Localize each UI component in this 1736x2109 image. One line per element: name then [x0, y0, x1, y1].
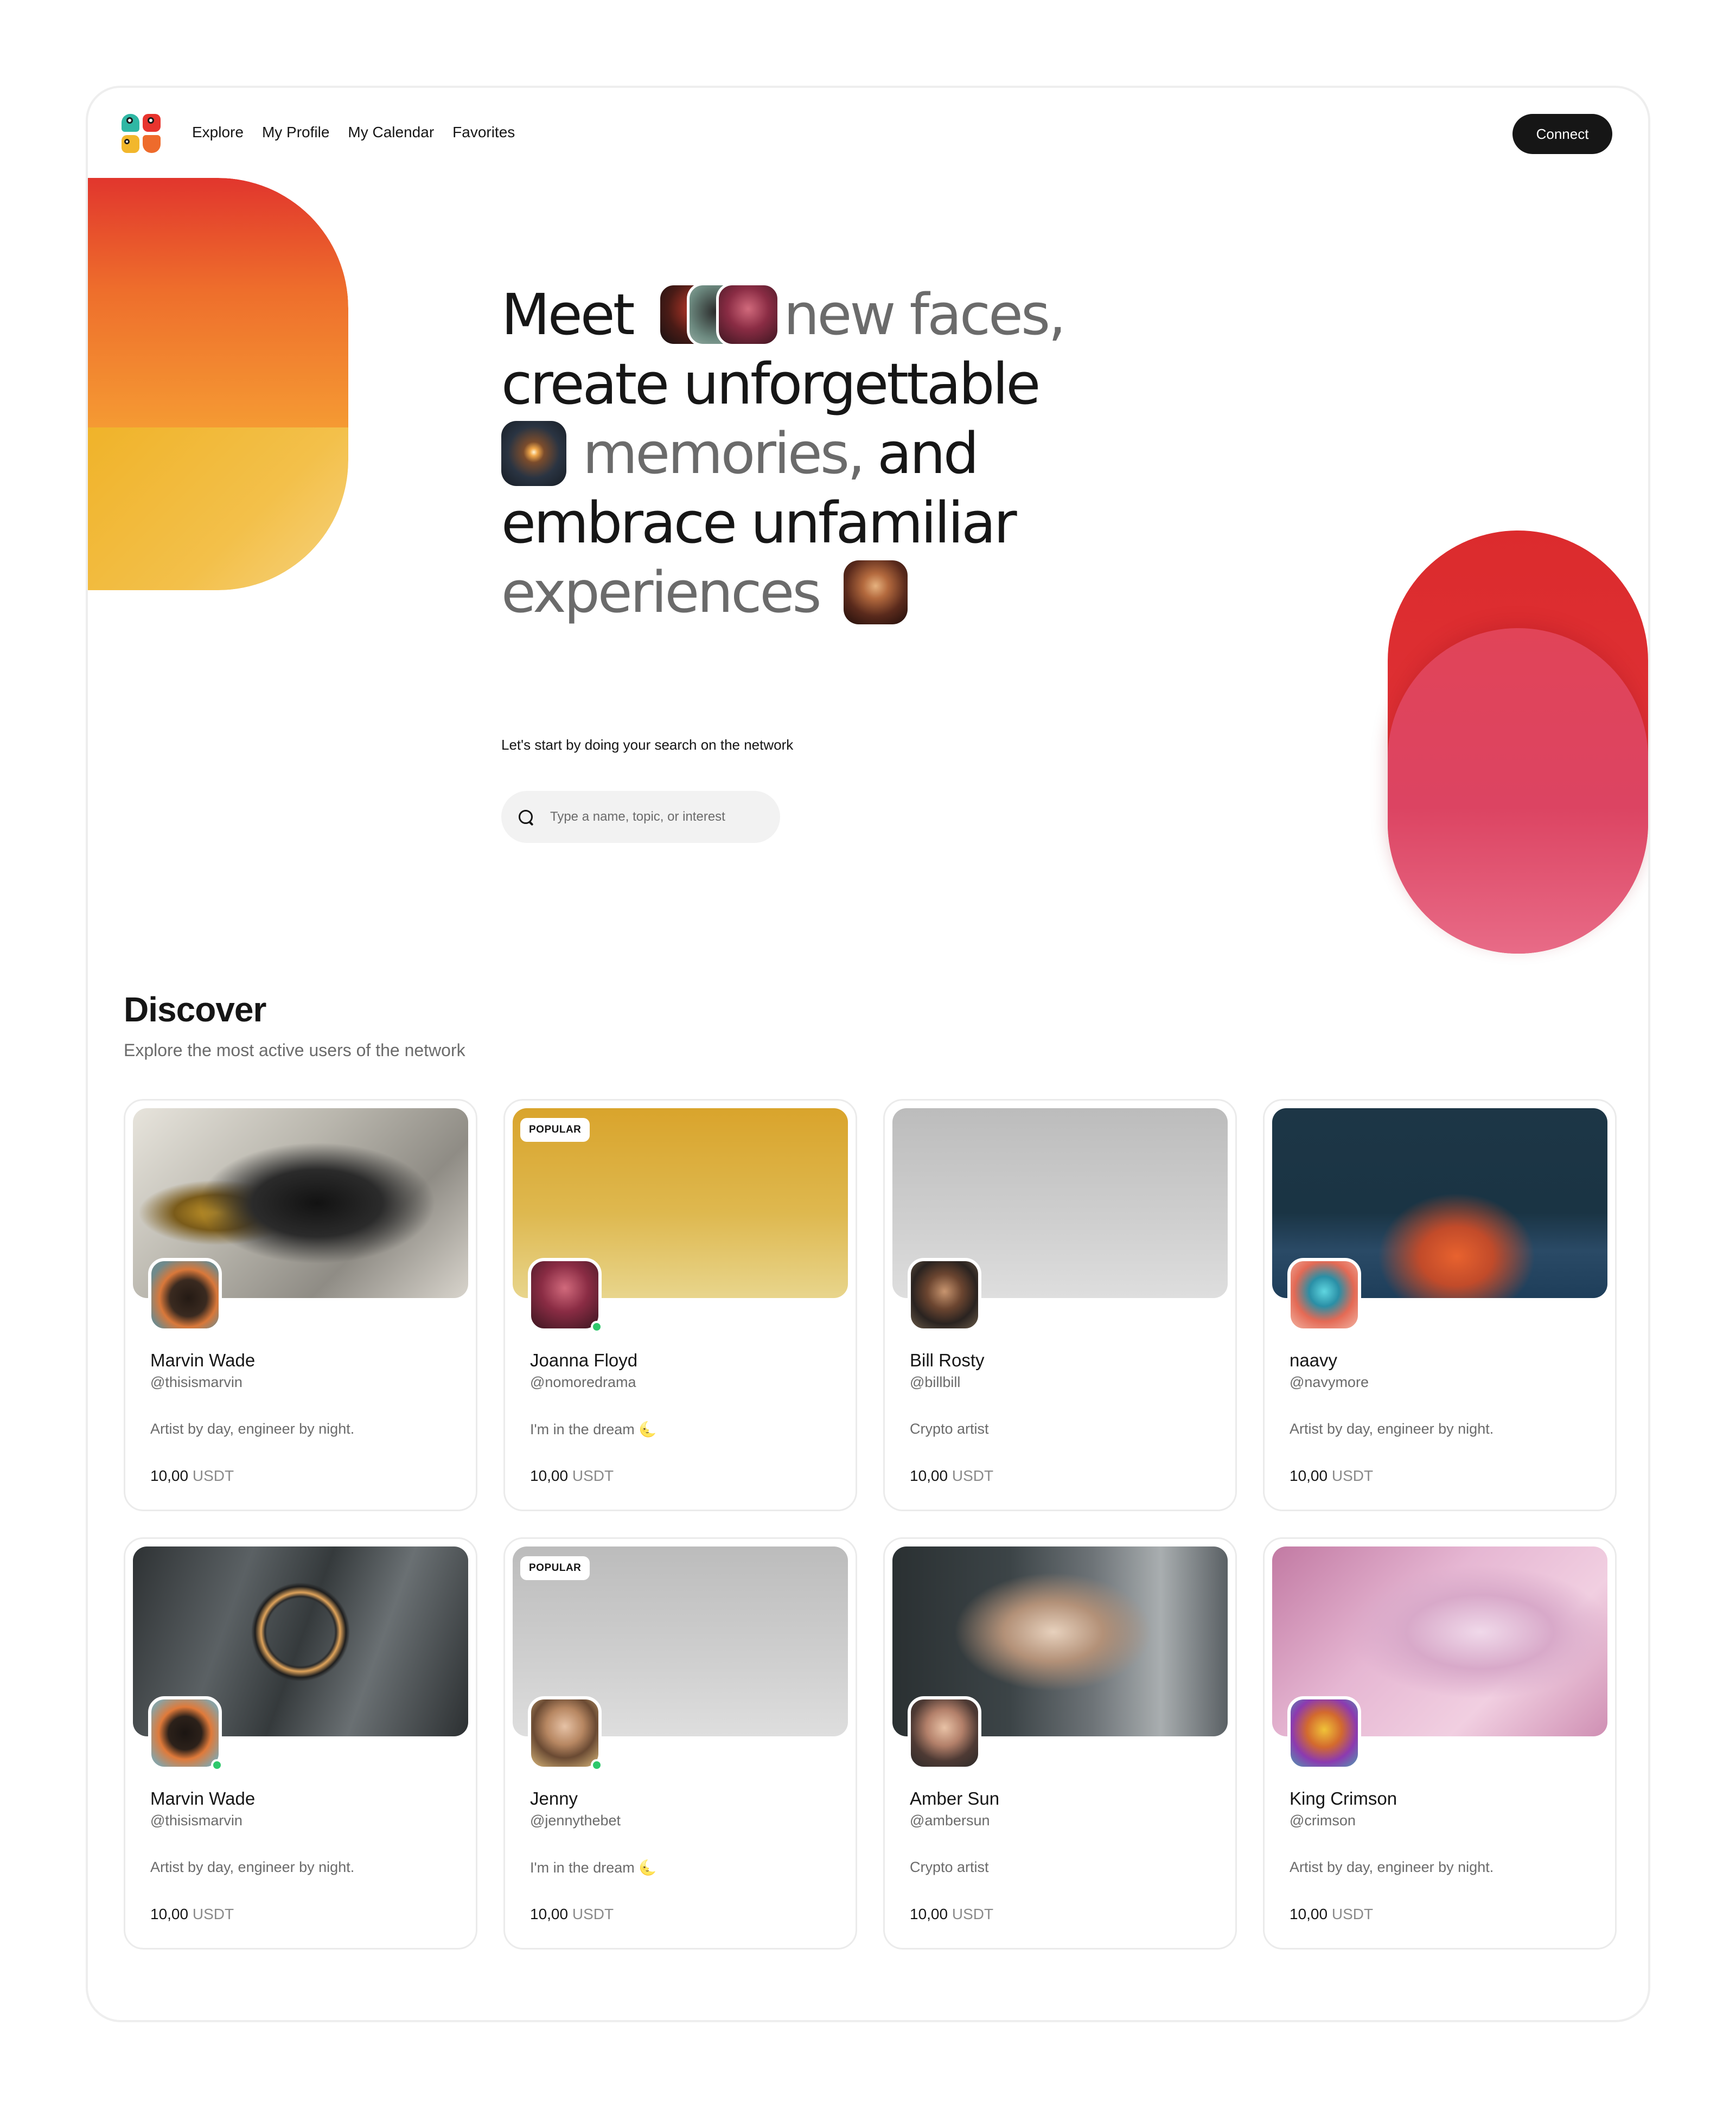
price-currency: USDT [568, 1467, 614, 1484]
avatar[interactable] [1287, 1696, 1361, 1770]
price-currency: USDT [568, 1906, 614, 1922]
card-user-bio: Artist by day, engineer by night. [1290, 1421, 1494, 1437]
card-user-bio: Crypto artist [910, 1421, 989, 1437]
online-status-icon [211, 1759, 223, 1771]
discover-subtitle: Explore the most active users of the net… [124, 1040, 465, 1060]
price-amount: 10,00 [150, 1467, 189, 1484]
card-user-bio: Artist by day, engineer by night. [1290, 1859, 1494, 1875]
brand-logo-icon[interactable] [122, 114, 161, 153]
hero-line-4: embrace unfamiliar [501, 490, 1017, 556]
card-user-name: Joanna Floyd [530, 1350, 638, 1370]
nav-favorites[interactable]: Favorites [452, 124, 515, 141]
user-card[interactable]: Marvin Wade @thisismarvin Artist by day, e… [124, 1099, 477, 1511]
card-user-bio: Artist by day, engineer by night. [150, 1859, 355, 1875]
card-user-handle: @jennythebet [530, 1812, 621, 1829]
search-bar[interactable] [501, 791, 780, 843]
card-user-handle: @nomoredrama [530, 1374, 636, 1390]
price-currency: USDT [948, 1467, 994, 1484]
card-user-name: Bill Rosty [910, 1350, 985, 1370]
decorative-pill-left [88, 178, 348, 590]
price-currency: USDT [188, 1906, 234, 1922]
card-user-handle: @thisismarvin [150, 1812, 242, 1829]
avatar[interactable] [528, 1696, 602, 1770]
popular-badge: POPULAR [520, 1556, 590, 1580]
card-price: 10,00 USDT [910, 1467, 993, 1485]
sparkler-thumbnail [501, 421, 566, 486]
hero-heading: Meet new faces, create unforgettable mem… [501, 280, 1207, 627]
discover-title: Discover [124, 990, 266, 1029]
card-user-handle: @ambersun [910, 1812, 990, 1829]
hero-word-experiences: experiences [501, 559, 822, 625]
avatar[interactable] [908, 1258, 981, 1332]
card-user-bio: I'm in the dream 🌜 [530, 1859, 657, 1876]
card-user-handle: @navymore [1290, 1374, 1369, 1390]
card-price: 10,00 USDT [530, 1906, 614, 1923]
card-user-name: Marvin Wade [150, 1350, 256, 1370]
top-nav: Explore My Profile My Calendar Favorites… [88, 88, 1648, 180]
card-user-name: King Crimson [1290, 1788, 1397, 1808]
nav-my-calendar[interactable]: My Calendar [348, 124, 434, 141]
price-amount: 10,00 [1290, 1906, 1328, 1922]
card-user-handle: @crimson [1290, 1812, 1356, 1829]
card-price: 10,00 USDT [1290, 1906, 1373, 1923]
price-amount: 10,00 [150, 1906, 189, 1922]
decorative-pill-right-front [1388, 628, 1648, 954]
card-user-name: Jenny [530, 1788, 578, 1808]
nav-my-profile[interactable]: My Profile [262, 124, 329, 141]
hands-thumbnail [843, 560, 908, 624]
card-user-handle: @billbill [910, 1374, 961, 1390]
price-amount: 10,00 [530, 1467, 569, 1484]
card-user-bio: Crypto artist [910, 1859, 989, 1875]
face-thumbnail-3 [716, 283, 781, 347]
user-card[interactable]: POPULAR Joanna Floyd @nomoredrama I'm in th… [503, 1099, 857, 1511]
connect-button[interactable]: Connect [1512, 114, 1612, 154]
price-amount: 10,00 [910, 1467, 948, 1484]
price-currency: USDT [1327, 1467, 1374, 1484]
user-card[interactable]: King Crimson @crimson Artist by day, engin… [1263, 1537, 1617, 1950]
price-currency: USDT [188, 1467, 234, 1484]
card-user-name: Marvin Wade [150, 1788, 256, 1808]
online-status-icon [591, 1759, 603, 1771]
popular-badge: POPULAR [520, 1118, 590, 1142]
avatar[interactable] [148, 1258, 222, 1332]
user-card[interactable]: Marvin Wade @thisismarvin Artist by day, e… [124, 1537, 477, 1950]
card-price: 10,00 USDT [1290, 1467, 1373, 1485]
hero-word-new-faces: new faces, [783, 282, 1066, 348]
card-price: 10,00 USDT [530, 1467, 614, 1485]
card-user-bio: Artist by day, engineer by night. [150, 1421, 355, 1437]
faces-stack [658, 283, 781, 347]
hero-line-2: create unforgettable [501, 351, 1041, 417]
app-frame: Explore My Profile My Calendar Favorites… [86, 86, 1650, 2022]
price-amount: 10,00 [1290, 1467, 1328, 1484]
user-card[interactable]: Amber Sun @ambersun Crypto artist 10,00 USD… [883, 1537, 1237, 1950]
card-price: 10,00 USDT [150, 1467, 234, 1485]
search-icon [518, 809, 534, 825]
card-price: 10,00 USDT [150, 1906, 234, 1923]
card-price: 10,00 USDT [910, 1906, 993, 1923]
user-card[interactable]: POPULAR Jenny @jennythebet I'm in the dream… [503, 1537, 857, 1950]
price-amount: 10,00 [910, 1906, 948, 1922]
hero-word-memories: memories, [583, 420, 865, 487]
avatar[interactable] [1287, 1258, 1361, 1332]
card-user-handle: @thisismarvin [150, 1374, 242, 1390]
price-amount: 10,00 [530, 1906, 569, 1922]
nav-links: Explore My Profile My Calendar Favorites [192, 124, 515, 141]
hero-subtitle: Let's start by doing your search on the … [501, 737, 794, 753]
user-card[interactable]: Bill Rosty @billbill Crypto artist 10,00 US… [883, 1099, 1237, 1511]
avatar[interactable] [148, 1696, 222, 1770]
online-status-icon [591, 1321, 603, 1333]
card-user-name: Amber Sun [910, 1788, 1000, 1808]
search-input[interactable] [550, 809, 767, 825]
hero-word-meet: Meet [501, 282, 635, 348]
nav-explore[interactable]: Explore [192, 124, 244, 141]
avatar[interactable] [908, 1696, 981, 1770]
price-currency: USDT [1327, 1906, 1374, 1922]
avatar[interactable] [528, 1258, 602, 1332]
hero-word-and: and [877, 420, 979, 487]
card-user-name: naavy [1290, 1350, 1338, 1370]
user-card[interactable]: naavy @navymore Artist by day, engineer by… [1263, 1099, 1617, 1511]
card-user-bio: I'm in the dream 🌜 [530, 1421, 657, 1437]
price-currency: USDT [948, 1906, 994, 1922]
